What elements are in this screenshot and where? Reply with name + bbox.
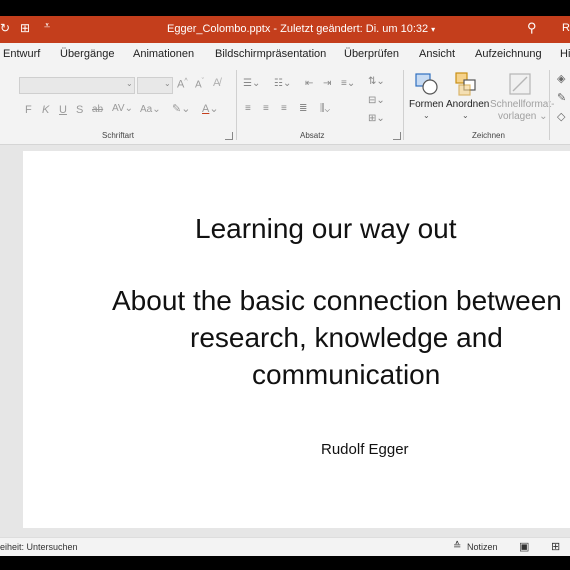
slide-author[interactable]: Rudolf Egger [321,441,409,458]
tab-animationen[interactable]: Animationen [133,48,194,60]
font-color-icon[interactable]: A⌄ [202,102,219,115]
accessibility-status[interactable]: eiheit: Untersuchen [0,542,78,552]
redo-icon[interactable]: ↻ [0,21,10,35]
status-bar: eiheit: Untersuchen ≙ Notizen ▣ ⊞ [0,537,570,556]
quick-styles-button[interactable] [505,71,535,99]
file-name: Egger_Colombo.pptx [167,23,271,35]
ribbon: ⌄ ⌄ A^ Aˇ A̸ F K U S ab AV⌄ Aa⌄ ✎⌄ A⌄ Sc… [0,66,570,145]
notes-icon[interactable]: ≙ [453,541,461,552]
columns-icon[interactable]: ⫼⌄ [320,103,330,114]
decrease-indent-icon[interactable]: ⇤ [305,78,313,89]
divider [549,70,550,140]
chevron-down-icon[interactable]: ⌄ [164,79,171,88]
justify-icon[interactable]: ≣ [299,103,307,114]
tab-bildschirmpraesentation[interactable]: Bildschirmpräsentation [215,48,326,60]
quick-styles-label-1[interactable]: Schnellformat- [490,99,554,110]
char-spacing-button[interactable]: AV⌄ [112,103,133,114]
underline-button[interactable]: U [59,104,67,116]
tab-entwurf[interactable]: Entwurf [3,48,40,60]
shape-outline-icon[interactable]: ✎ [557,91,566,104]
numbering-icon[interactable]: ☷⌄ [274,78,291,89]
chevron-down-icon[interactable]: ▾ [431,25,435,34]
shadow-button[interactable]: S [76,104,83,116]
group-label-paragraph: Absatz [300,131,325,140]
shapes-icon [415,73,438,95]
shape-fill-icon[interactable]: ◈ [557,72,565,85]
tab-ansicht[interactable]: Ansicht [419,48,455,60]
notes-label[interactable]: Notizen [467,542,498,552]
bold-button[interactable]: F [25,104,32,116]
arrange-label[interactable]: Anordnen [446,99,489,110]
italic-button[interactable]: K [42,104,49,116]
divider [403,70,404,140]
smartart-icon[interactable]: ⊞⌄ [368,113,385,124]
slide-title[interactable]: Learning our way out [195,213,457,245]
clear-format-icon[interactable]: A̸ [213,77,220,89]
normal-view-icon[interactable]: ▣ [519,540,529,553]
user-initial[interactable]: R [562,22,570,34]
window-title: Egger_Colombo.pptx - Zuletzt geändert: D… [167,23,435,35]
increase-indent-icon[interactable]: ⇥ [323,78,331,89]
highlight-pen-icon[interactable]: ✎⌄ [172,102,190,115]
slide-sorter-icon[interactable]: ⊞ [551,540,560,553]
search-icon[interactable]: ⚲ [527,20,537,36]
group-label-font: Schriftart [102,131,135,140]
tab-aufzeichnung[interactable]: Aufzeichnung [475,48,542,60]
chevron-down-icon[interactable]: ⌄ [126,79,133,88]
ribbon-tabs: Entwurf Übergänge Animationen Bildschirm… [0,43,570,66]
font-dialog-launcher-icon[interactable] [225,132,233,140]
tab-uebergaenge[interactable]: Übergänge [60,48,114,60]
bullets-icon[interactable]: ☰⌄ [243,78,260,89]
customize-toolbar-icon[interactable]: ⩡ [44,20,50,33]
paragraph-dialog-launcher-icon[interactable] [393,132,401,140]
change-case-button[interactable]: Aa⌄ [140,104,161,115]
slide-subtitle-line-1[interactable]: About the basic connection between [112,285,562,317]
shape-effects-icon[interactable]: ◇ [557,110,565,123]
shapes-label[interactable]: Formen [409,99,443,110]
align-right-icon[interactable]: ≡ [281,103,287,114]
present-icon[interactable]: ⊞ [20,21,30,35]
grow-font-button[interactable]: A^ [177,78,188,91]
quick-styles-icon [509,73,531,95]
slide-subtitle-line-2[interactable]: research, knowledge and [190,322,503,354]
chevron-down-icon[interactable]: ⌄ [423,111,430,120]
title-separator: - [273,23,278,35]
arrange-icon [455,72,476,96]
slide-subtitle-line-3[interactable]: communication [252,359,440,391]
tab-hilfe[interactable]: Hi [560,48,570,60]
slide-canvas[interactable]: Learning our way out About the basic con… [23,151,570,528]
strikethrough-button[interactable]: ab [92,104,103,115]
line-spacing-icon[interactable]: ≡⌄ [341,78,355,89]
align-center-icon[interactable]: ≡ [263,103,269,114]
font-family-combo[interactable] [19,77,135,94]
quick-styles-label-2[interactable]: vorlagen ⌄ [498,111,548,122]
tab-ueberpruefen[interactable]: Überprüfen [344,48,399,60]
group-label-drawing: Zeichnen [472,131,505,140]
shrink-font-button[interactable]: Aˇ [195,78,204,90]
saved-status[interactable]: Zuletzt geändert: Di. um 10:32 [280,23,428,35]
title-bar: ↻ ⊞ ⩡ Egger_Colombo.pptx - Zuletzt geänd… [0,16,570,43]
align-text-icon[interactable]: ⊟⌄ [368,95,385,106]
divider [236,70,237,140]
chevron-down-icon[interactable]: ⌄ [462,111,469,120]
text-direction-icon[interactable]: ⇅⌄ [368,76,385,87]
align-left-icon[interactable]: ≡ [245,103,251,114]
